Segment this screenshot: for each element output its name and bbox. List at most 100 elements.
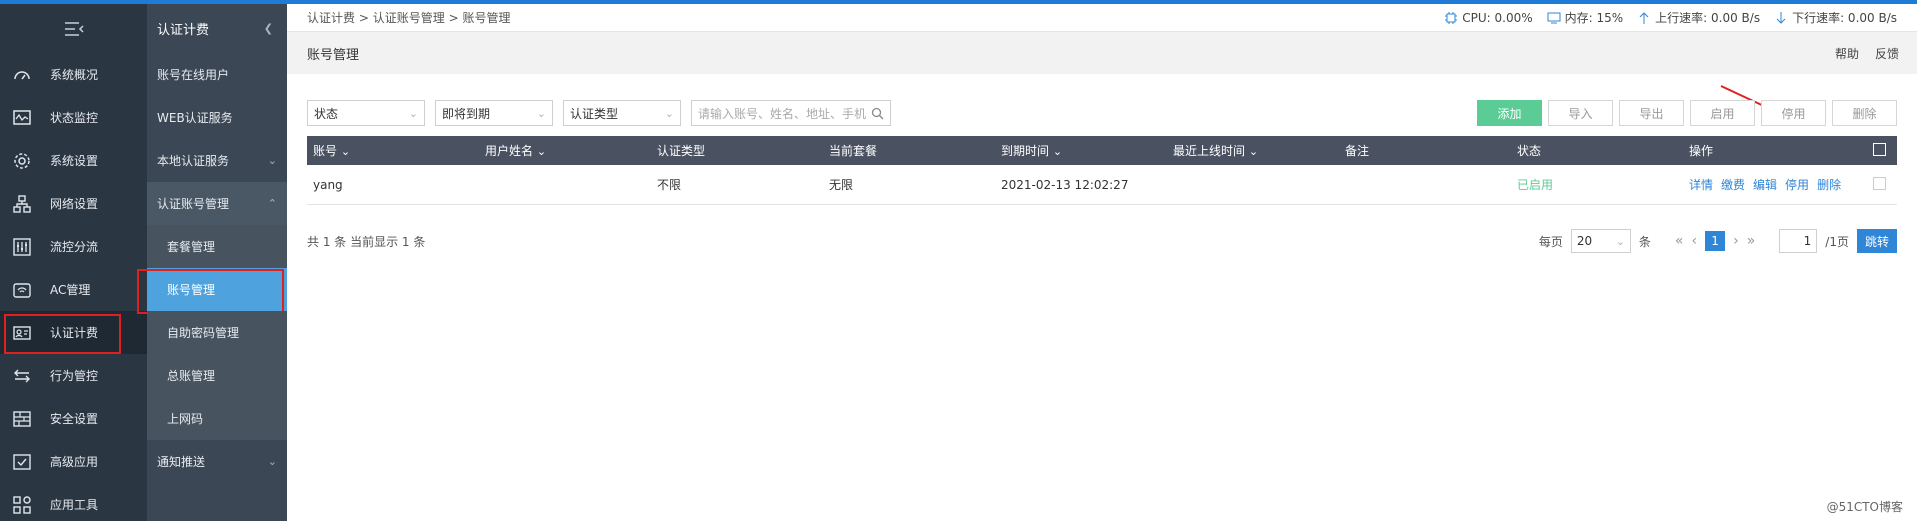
sidebar-item-traffic[interactable]: 流控分流 xyxy=(0,225,147,268)
upload-stat: 上行速率: 0.00 B/s xyxy=(1637,9,1760,26)
cpu-stat: CPU: 0.00% xyxy=(1444,11,1533,25)
status-select[interactable]: 状态 ⌄ xyxy=(307,100,425,126)
top-bar: 认证计费 > 认证账号管理 > 账号管理 CPU: 0.00% 内存: 15% … xyxy=(287,4,1917,32)
breadcrumb-item[interactable]: 认证计费 xyxy=(307,11,355,25)
secondary-sidebar: 认证计费 ❮ 账号在线用户 WEB认证服务 本地认证服务 ⌄ 认证账号管理 ⌃ 套餐… xyxy=(137,4,287,521)
sidebar-item-label: 网络设置 xyxy=(50,197,99,211)
gear-icon xyxy=(12,151,32,171)
enable-button[interactable]: 启用 xyxy=(1690,100,1755,126)
disable-button[interactable]: 停用 xyxy=(1761,100,1826,126)
chevron-up-icon: ⌃ xyxy=(267,197,277,210)
subnav-sub-ledger[interactable]: 总账管理 xyxy=(147,354,287,397)
sidebar-item-network[interactable]: 网络设置 xyxy=(0,182,147,225)
subnav-sub-self-password[interactable]: 自助密码管理 xyxy=(147,311,287,354)
chevron-down-icon: ⌄ xyxy=(1248,145,1259,158)
monitor-icon xyxy=(12,108,32,128)
page-title-bar: 账号管理 帮助 反馈 xyxy=(287,32,1917,74)
subnav-sub-account[interactable]: 账号管理 xyxy=(137,268,287,314)
chevron-left-icon[interactable]: ❮ xyxy=(264,22,273,35)
sidebar-item-settings[interactable]: 系统设置 xyxy=(0,139,147,182)
apps-icon xyxy=(12,495,32,515)
chevron-down-icon: ⌄ xyxy=(1615,234,1625,248)
breadcrumb-item[interactable]: 认证账号管理 xyxy=(373,11,445,25)
per-page-label: 每页 xyxy=(1538,234,1563,249)
add-button[interactable]: 添加 xyxy=(1477,100,1542,126)
edit-link[interactable]: 编辑 xyxy=(1753,176,1777,193)
current-page[interactable]: 1 xyxy=(1705,231,1726,251)
sidebar-item-security[interactable]: 安全设置 xyxy=(0,397,147,440)
column-header-expire[interactable]: 到期时间 ⌄ xyxy=(995,142,1167,159)
column-header-auth-type: 认证类型 xyxy=(657,144,706,158)
chevron-down-icon: ⌄ xyxy=(536,106,546,120)
sidebar-item-advanced[interactable]: 高级应用 xyxy=(0,440,147,483)
cell-plan: 无限 xyxy=(829,178,854,192)
feedback-link[interactable]: 反馈 xyxy=(1875,45,1899,62)
sidebar-item-auth-billing[interactable]: 认证计费 xyxy=(0,311,147,354)
sidebar-item-tools[interactable]: 应用工具 xyxy=(0,483,147,521)
search-input[interactable]: 请输入账号、姓名、地址、手机 xyxy=(691,100,891,126)
sidebar-item-behavior[interactable]: 行为管控 xyxy=(0,354,147,397)
id-card-icon xyxy=(12,323,32,343)
subnav-item-web-auth[interactable]: WEB认证服务 xyxy=(147,96,287,139)
subnav-item-local-auth[interactable]: 本地认证服务 ⌄ xyxy=(147,139,287,182)
sidebar-item-label: 流控分流 xyxy=(50,240,99,254)
chevron-down-icon: ⌄ xyxy=(664,106,674,120)
sidebar-item-ac[interactable]: AC管理 xyxy=(0,268,147,311)
table-row: yang 不限 无限 2021-02-13 12:02:27 已启用 详情 缴费… xyxy=(307,165,1897,205)
export-button[interactable]: 导出 xyxy=(1619,100,1684,126)
next-page-icon[interactable]: › xyxy=(1733,233,1739,249)
sidebar-item-monitor[interactable]: 状态监控 xyxy=(0,96,147,139)
sidebar-item-label: 系统设置 xyxy=(50,154,99,168)
delete-button[interactable]: 删除 xyxy=(1832,100,1897,126)
breadcrumb: 认证计费 > 认证账号管理 > 账号管理 xyxy=(307,9,510,26)
memory-stat: 内存: 15% xyxy=(1547,9,1623,26)
column-header-remark: 备注 xyxy=(1345,144,1370,158)
prev-page-icon[interactable]: ‹ xyxy=(1692,233,1698,249)
breadcrumb-separator: > xyxy=(358,11,369,25)
arrow-down-icon xyxy=(1776,11,1786,24)
pay-link[interactable]: 缴费 xyxy=(1721,176,1745,193)
page-title: 账号管理 xyxy=(307,47,360,63)
help-link[interactable]: 帮助 xyxy=(1835,45,1859,62)
primary-sidebar: 系统概况 状态监控 系统设置 网络设置 流控分流 AC管理 认证计费 行为管控 … xyxy=(0,4,147,521)
expire-select[interactable]: 即将到期 ⌄ xyxy=(435,100,553,126)
subnav-item-notify[interactable]: 通知推送 ⌄ xyxy=(147,440,287,483)
delete-link[interactable]: 删除 xyxy=(1817,176,1841,193)
sliders-icon xyxy=(12,237,32,257)
chevron-down-icon: ⌄ xyxy=(408,106,418,120)
subnav-item-online-users[interactable]: 账号在线用户 xyxy=(147,53,287,96)
pagination: 每页 20 ⌄ 条 « ‹ 1 › » 1 /1页 跳转 xyxy=(1539,229,1897,253)
column-header-name[interactable]: 用户姓名 ⌄ xyxy=(479,142,651,159)
sidebar-item-label: 状态监控 xyxy=(50,111,99,125)
menu-toggle-icon[interactable] xyxy=(0,4,147,53)
import-button[interactable]: 导入 xyxy=(1548,100,1613,126)
subnav-item-account-mgmt[interactable]: 认证账号管理 ⌃ xyxy=(147,182,287,225)
select-all-checkbox[interactable] xyxy=(1873,142,1886,156)
sidebar-item-label: 系统概况 xyxy=(50,68,99,82)
subnav-sub-plan[interactable]: 套餐管理 xyxy=(147,225,287,268)
column-header-account[interactable]: 账号 ⌄ xyxy=(307,142,479,159)
jump-button[interactable]: 跳转 xyxy=(1856,229,1897,253)
sidebar-item-label: 应用工具 xyxy=(50,498,99,512)
last-page-icon[interactable]: » xyxy=(1747,233,1756,249)
page-number-input[interactable]: 1 xyxy=(1779,229,1818,253)
subnav-sub-access-code[interactable]: 上网码 xyxy=(147,397,287,440)
subnav-header[interactable]: 认证计费 ❮ xyxy=(147,4,287,53)
sidebar-item-label: 安全设置 xyxy=(50,412,99,426)
total-pages: /1页 xyxy=(1825,234,1849,249)
network-icon xyxy=(12,194,32,214)
first-page-icon[interactable]: « xyxy=(1675,233,1684,249)
column-header-status: 状态 xyxy=(1517,144,1542,158)
column-header-last-online[interactable]: 最近上线时间 ⌄ xyxy=(1167,142,1339,159)
auth-type-select[interactable]: 认证类型 ⌄ xyxy=(563,100,681,126)
chevron-down-icon: ⌄ xyxy=(267,154,277,167)
status-badge: 已启用 xyxy=(1517,178,1554,192)
detail-link[interactable]: 详情 xyxy=(1689,176,1713,193)
chevron-down-icon: ⌄ xyxy=(1052,145,1063,158)
per-page-select[interactable]: 20 ⌄ xyxy=(1570,229,1631,253)
disable-link[interactable]: 停用 xyxy=(1785,176,1809,193)
search-icon[interactable] xyxy=(871,107,884,120)
row-checkbox[interactable] xyxy=(1873,176,1886,190)
sidebar-item-overview[interactable]: 系统概况 xyxy=(0,53,147,96)
per-page-unit: 条 xyxy=(1638,234,1651,249)
